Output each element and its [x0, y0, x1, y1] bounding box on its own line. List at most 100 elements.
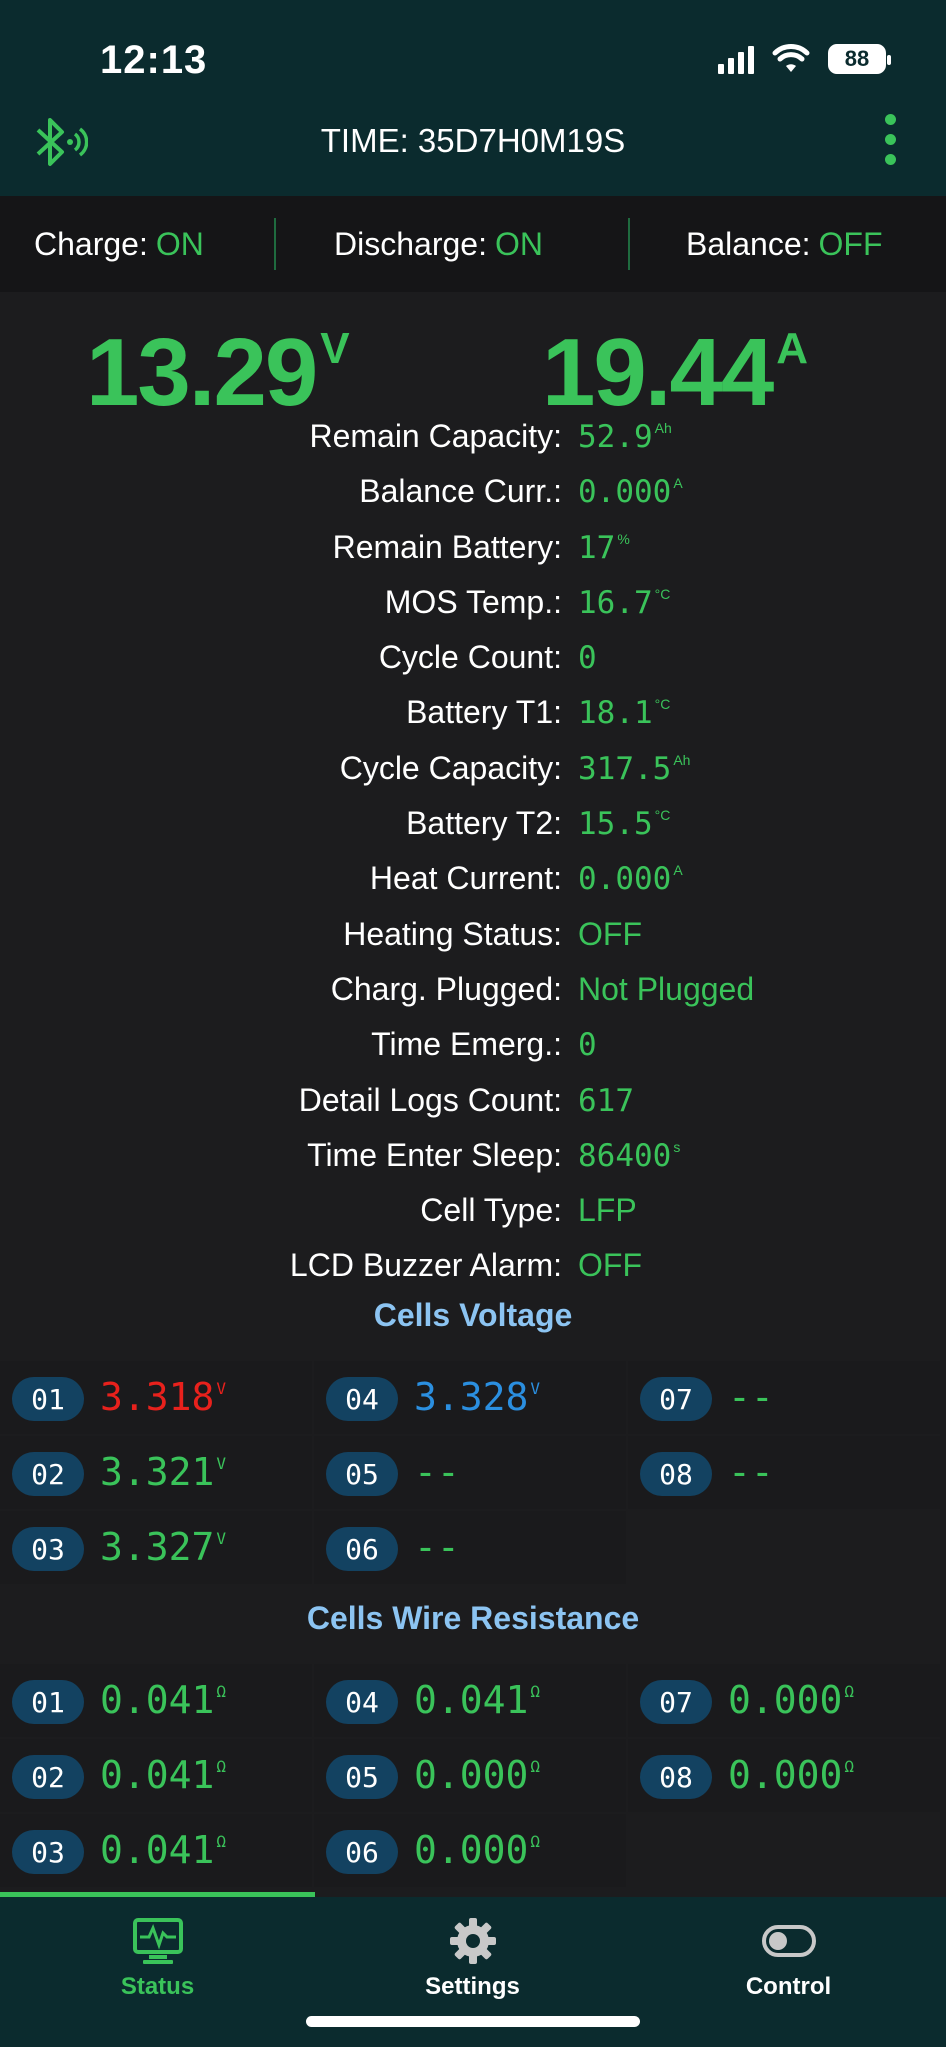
tab-settings[interactable]: Settings — [315, 1915, 630, 2001]
cell-number-badge: 07 — [640, 1680, 712, 1724]
detail-label: Remain Capacity: — [309, 418, 562, 454]
status-clock: 12:13 — [100, 38, 208, 82]
cell-value-text: -- — [728, 1450, 774, 1494]
detail-value: 17% — [578, 529, 630, 566]
cell-value: 3.321 V — [100, 1450, 226, 1494]
detail-value-text: Not Plugged — [578, 970, 755, 1007]
tab-status-label: Status — [120, 1973, 195, 2000]
more-menu-icon[interactable] — [885, 114, 896, 165]
detail-value: 15.5 °C — [578, 805, 670, 842]
detail-row: Heat Current: 0.000 A — [0, 852, 946, 907]
detail-value-text: 617 — [578, 1082, 634, 1119]
detail-unit: Ah — [654, 420, 672, 436]
cell-value-text: -- — [414, 1525, 460, 1569]
discharge-status: Discharge: ON — [334, 226, 543, 263]
cell-number-badge: 01 — [12, 1377, 84, 1421]
detail-unit: Ah — [673, 751, 691, 768]
cell-number-badge: 05 — [326, 1452, 398, 1496]
cell-number-badge: 08 — [640, 1755, 712, 1799]
cell-value-text: 3.327 — [100, 1525, 215, 1569]
battery-icon: 88 — [828, 44, 891, 74]
cell-value: 3.327 V — [100, 1525, 226, 1569]
detail-row: Time Emerg.: 0 — [0, 1018, 946, 1073]
top-bar: 12:13 88 TIME: 35D7H0M19S — [0, 0, 946, 196]
cell-item: 08 -- — [628, 1436, 940, 1509]
cell-value-text: 0.000 — [414, 1753, 529, 1797]
detail-value: LFP — [578, 1192, 637, 1229]
charge-status: Charge: ON — [34, 226, 204, 263]
cell-item: 07 -- — [628, 1361, 940, 1434]
detail-row: Remain Battery: 17% — [0, 521, 946, 576]
cell-value: 0.041 Ω — [100, 1828, 226, 1872]
cell-number-badge: 02 — [12, 1755, 84, 1799]
charge-label: Charge: — [34, 225, 148, 262]
status-icons: 88 — [718, 44, 891, 74]
detail-value: Not Plugged — [578, 971, 754, 1008]
detail-value-text: 0.000 — [578, 861, 672, 898]
cell-unit: Ω — [844, 1757, 855, 1776]
cells-resistance-title: Cells Wire Resistance — [306, 1600, 640, 1636]
detail-value: 52.9 Ah — [578, 418, 672, 455]
detail-row: Battery T1: 18.1 °C — [0, 686, 946, 741]
cell-unit: Ω — [844, 1682, 855, 1701]
cell-number-badge: 06 — [326, 1830, 398, 1874]
detail-value-text: 0.000 — [578, 474, 672, 511]
detail-value: 317.5 Ah — [578, 750, 690, 787]
detail-list: Remain Capacity: 52.9 Ah Balance Curr.: 0.00… — [0, 410, 946, 1295]
cell-value: 0.041 Ω — [100, 1678, 226, 1722]
cell-value-text: 0.000 — [728, 1678, 843, 1722]
detail-row: Balance Curr.: 0.000 A — [0, 465, 946, 520]
tab-status[interactable]: Status — [0, 1915, 315, 2001]
cell-value: 3.328 V — [414, 1375, 540, 1419]
cell-value-text: 0.041 — [100, 1678, 215, 1722]
cell-number-badge: 02 — [12, 1452, 84, 1496]
cell-item: 08 0.000 Ω — [628, 1739, 940, 1812]
cell-item: 04 0.041 Ω — [314, 1664, 626, 1737]
cell-value: -- — [728, 1375, 774, 1419]
discharge-label: Discharge: — [334, 225, 487, 262]
cell-item: 03 3.327 V — [0, 1511, 312, 1584]
cell-item: 04 3.328 V — [314, 1361, 626, 1434]
detail-value-text: 0 — [578, 1027, 597, 1064]
cell-item: 05 -- — [314, 1436, 626, 1509]
cell-item: 02 3.321 V — [0, 1436, 312, 1509]
detail-label: Detail Logs Count: — [298, 1081, 562, 1118]
detail-row: Detail Logs Count: 617 — [0, 1074, 946, 1129]
detail-row: Cell Type: LFP — [0, 1184, 946, 1239]
switch-status-bar: Charge: ON Discharge: ON Balance: OFF — [0, 196, 946, 292]
cell-item: 06 0.000 Ω — [314, 1814, 626, 1887]
cell-value-text: 0.041 — [100, 1753, 215, 1797]
cell-number-badge: 05 — [326, 1755, 398, 1799]
cell-number-badge: 06 — [326, 1527, 398, 1571]
cell-unit: Ω — [530, 1832, 541, 1851]
detail-value-text: 0 — [578, 640, 597, 677]
detail-label: Heating Status: — [343, 915, 562, 952]
cell-item: 03 0.041 Ω — [0, 1814, 312, 1887]
cell-unit: V — [530, 1379, 541, 1398]
tab-control-label: Control — [745, 1973, 832, 2000]
balance-label: Balance: — [686, 225, 811, 262]
detail-value: OFF — [578, 916, 642, 953]
detail-label: Cycle Count: — [378, 639, 562, 676]
detail-value-text: 15.5 — [578, 806, 653, 843]
discharge-value: ON — [494, 225, 543, 262]
detail-unit: s — [673, 1138, 681, 1155]
detail-label: LCD Buzzer Alarm: — [289, 1247, 562, 1284]
tab-control[interactable]: Control — [631, 1915, 946, 2001]
detail-value-text: OFF — [578, 915, 642, 952]
detail-row: Remain Capacity: 52.9 Ah — [0, 410, 946, 465]
detail-value-text: OFF — [578, 1247, 642, 1284]
cell-value: 0.000 Ω — [414, 1828, 540, 1872]
divider — [628, 218, 630, 270]
detail-label: Cycle Capacity: — [339, 749, 562, 786]
cell-number-badge: 03 — [12, 1527, 84, 1571]
cell-value: 0.000 Ω — [728, 1678, 854, 1722]
detail-label: Balance Curr.: — [359, 473, 562, 510]
cell-value-text: 3.328 — [414, 1375, 529, 1419]
cell-value-text: 3.321 — [100, 1450, 215, 1494]
cell-value-text: -- — [728, 1375, 774, 1419]
detail-row: Battery T2: 15.5 °C — [0, 797, 946, 852]
cell-unit: V — [216, 1529, 227, 1548]
cell-unit: V — [216, 1379, 227, 1398]
cell-value-text: 0.000 — [728, 1753, 843, 1797]
